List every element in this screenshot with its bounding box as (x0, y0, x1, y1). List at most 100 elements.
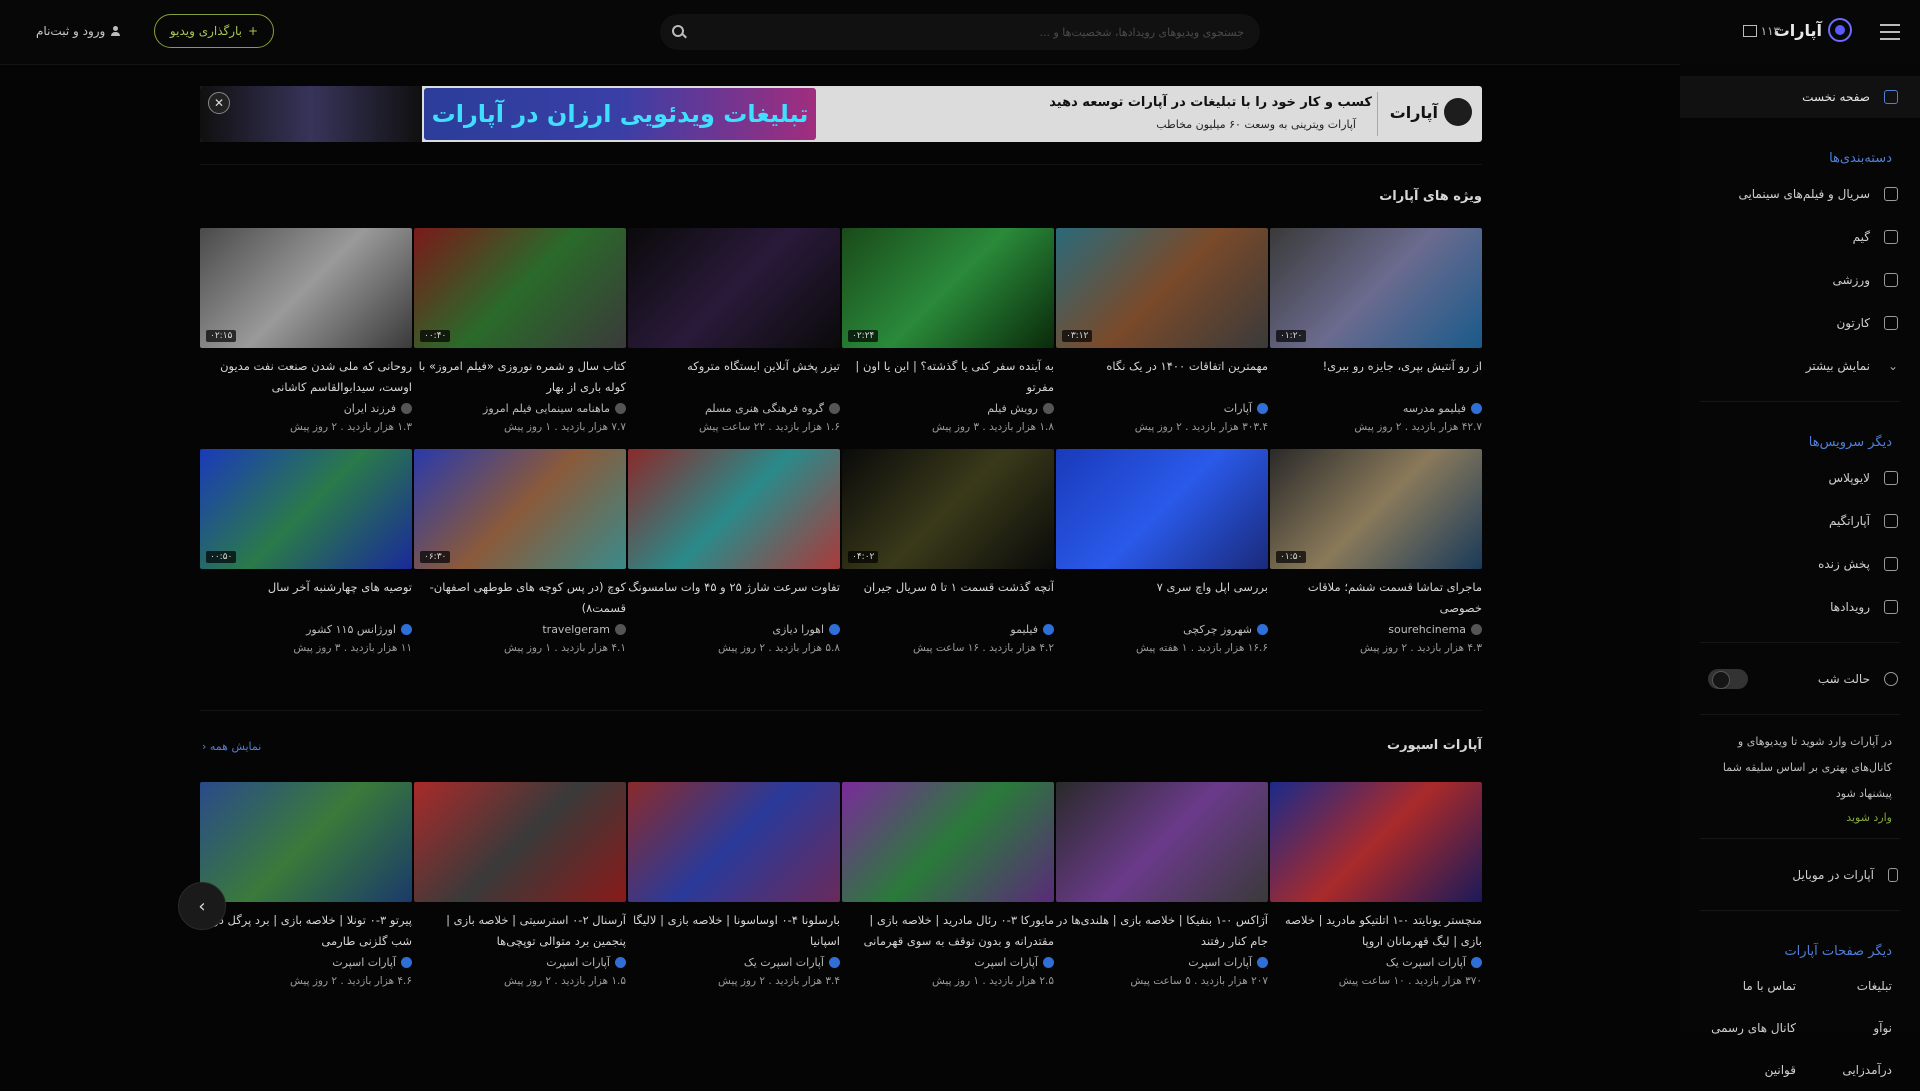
version-badge[interactable]: ۱۱۳ (1742, 24, 1780, 38)
video-card[interactable]: ۰۱:۵۰ ماجرای تماشا قسمت ششم؛ ملاقات خصوصی… (1270, 449, 1482, 654)
video-thumbnail[interactable] (628, 228, 840, 348)
ad-banner[interactable]: ✕ تبلیغات ویدئویی ارزان در آپارات کسب و … (200, 86, 1482, 142)
channel-row[interactable]: travelgeram (414, 623, 626, 636)
channel-row[interactable]: شهروز چرکچی (1056, 623, 1268, 636)
channel-row[interactable]: sourehcinema (1270, 623, 1482, 636)
upload-video-button[interactable]: بارگذاری ویدیو + (154, 14, 274, 48)
video-thumbnail[interactable]: ۰۱:۲۰ (1270, 228, 1482, 348)
video-title[interactable]: تیزر پخش آنلاین ایستگاه متروکه (628, 356, 840, 398)
video-title[interactable]: منچستر یونایتد ۰-۱ اتلتیکو مادرید | خلاص… (1270, 910, 1482, 952)
search-input[interactable] (722, 24, 1246, 40)
video-title[interactable]: از رو آنتیش بپری، جایزه رو ببری! (1270, 356, 1482, 398)
show-all-link[interactable]: نمایش همه ‹ (202, 740, 261, 753)
channel-row[interactable]: فیلیمو (842, 623, 1054, 636)
video-title[interactable]: کتاب سال و شمره نوروزی «فیلم امروز» با ک… (414, 356, 626, 398)
video-title[interactable]: ماجرای تماشا قسمت ششم؛ ملاقات خصوصی (1270, 577, 1482, 619)
video-card[interactable]: ۰۳:۱۲ مهمترین اتفاقات ۱۴۰۰ در یک نگاه آپار… (1056, 228, 1268, 433)
video-thumbnail[interactable] (628, 449, 840, 569)
video-title[interactable]: آنچه گذشت قسمت ۱ تا ۵ سریال جیران (842, 577, 1054, 619)
video-thumbnail[interactable]: ۰۳:۱۲ (1056, 228, 1268, 348)
footer-link[interactable]: تماس با ما (1700, 965, 1796, 1007)
search-icon[interactable] (660, 14, 696, 50)
video-title[interactable]: مهمترین اتفاقات ۱۴۰۰ در یک نگاه (1056, 356, 1268, 398)
channel-row[interactable]: آپارات اسپرت یک (1270, 956, 1482, 969)
channel-row[interactable]: آپارات اسپرت (1056, 956, 1268, 969)
video-card[interactable]: ۰۰:۴۰ کتاب سال و شمره نوروزی «فیلم امروز»… (414, 228, 626, 433)
channel-row[interactable]: آپارات اسپرت یک (628, 956, 840, 969)
channel-row[interactable]: آپارات اسپرت (842, 956, 1054, 969)
video-card[interactable]: بارسلونا ۴-۰ اوساسونا | خلاصه بازی | لال… (628, 782, 840, 987)
footer-link[interactable]: درآمدزایی (1796, 1049, 1892, 1091)
video-title[interactable]: آژاکس ۰-۱ بنفیکا | خلاصه بازی | هلندی‌ها… (1056, 910, 1268, 952)
sidebar-item-movies[interactable]: سریال و فیلم‌های سینمایی (1680, 172, 1920, 215)
video-thumbnail[interactable] (842, 782, 1054, 902)
video-card[interactable]: تیزر پخش آنلاین ایستگاه متروکه گروه فرهنگ… (628, 228, 840, 433)
site-logo[interactable]: آپارات (1774, 18, 1852, 42)
sidebar-item-mobile[interactable]: آپارات در موبایل (1680, 853, 1920, 896)
video-card[interactable]: پیرتو ۳-۰ تونلا | خلاصه بازی | برد پرگل … (200, 782, 412, 987)
video-title[interactable]: آرسنال ۲-۰ استرسیتی | خلاصه بازی | پنجمی… (414, 910, 626, 952)
sidebar-item-aparatgame[interactable]: آپاراتگیم (1680, 499, 1920, 542)
video-thumbnail[interactable]: ۰۲:۲۴ (842, 228, 1054, 348)
channel-row[interactable]: اورژانس ۱۱۵ کشور (200, 623, 412, 636)
channel-row[interactable]: فرزند ایران (200, 402, 412, 415)
video-title[interactable]: تفاوت سرعت شارژ ۲۵ و ۴۵ وات سامسونگ (628, 577, 840, 619)
channel-row[interactable]: آپارات (1056, 402, 1268, 415)
sidebar-item-sport[interactable]: ورزشی (1680, 258, 1920, 301)
video-card[interactable]: ۰۱:۲۰ از رو آنتیش بپری، جایزه رو ببری! فیل… (1270, 228, 1482, 433)
video-card[interactable]: مایورکا ۳-۰ رئال مادرید | خلاصه بازی | م… (842, 782, 1054, 987)
video-thumbnail[interactable]: ۰۶:۳۰ (414, 449, 626, 569)
video-thumbnail[interactable] (1056, 449, 1268, 569)
channel-row[interactable]: اهورا دیازی (628, 623, 840, 636)
video-thumbnail[interactable]: ۰۰:۵۰ (200, 449, 412, 569)
video-thumbnail[interactable]: ۰۰:۴۰ (414, 228, 626, 348)
sidebar-item-events[interactable]: رویدادها (1680, 585, 1920, 628)
sidebar-login-link[interactable]: وارد شوید (1680, 811, 1920, 824)
channel-row[interactable]: گروه فرهنگی هنری مسلم (628, 402, 840, 415)
channel-row[interactable]: رویش فیلم (842, 402, 1054, 415)
footer-link[interactable]: قوانین (1700, 1049, 1796, 1091)
video-card[interactable]: بررسی اپل واچ سری ۷ شهروز چرکچی ۱۶.۶ هزار … (1056, 449, 1268, 654)
carousel-prev-button[interactable]: ‹ (178, 882, 226, 930)
night-mode-toggle[interactable] (1708, 668, 1748, 689)
video-card[interactable]: ۰۲:۲۴ به آینده سفر کنی یا گذشته؟ | این یا… (842, 228, 1054, 433)
video-thumbnail[interactable]: ۰۱:۵۰ (1270, 449, 1482, 569)
channel-row[interactable]: آپارات اسپرت (200, 956, 412, 969)
sidebar-item-game[interactable]: گیم (1680, 215, 1920, 258)
video-title[interactable]: بررسی اپل واچ سری ۷ (1056, 577, 1268, 619)
video-title[interactable]: به آینده سفر کنی یا گذشته؟ | این یا اون … (842, 356, 1054, 398)
video-thumbnail[interactable]: ۰۲:۱۵ (200, 228, 412, 348)
video-title[interactable]: بارسلونا ۴-۰ اوساسونا | خلاصه بازی | لال… (628, 910, 840, 952)
video-card[interactable]: منچستر یونایتد ۰-۱ اتلتیکو مادرید | خلاص… (1270, 782, 1482, 987)
search-bar[interactable] (660, 14, 1260, 50)
video-title[interactable]: پیرتو ۳-۰ تونلا | خلاصه بازی | برد پرگل … (200, 910, 412, 952)
video-thumbnail[interactable] (200, 782, 412, 902)
footer-link[interactable]: نوآو (1796, 1007, 1892, 1049)
menu-icon[interactable] (1880, 24, 1900, 40)
video-card[interactable]: آژاکس ۰-۱ بنفیکا | خلاصه بازی | هلندی‌ها… (1056, 782, 1268, 987)
video-title[interactable]: روحانی که ملی شدن صنعت نفت مدیون اوست، س… (200, 356, 412, 398)
channel-row[interactable]: ماهنامه سینمایی فیلم امروز (414, 402, 626, 415)
video-title[interactable]: کوچ (در پس کوچه های طوطهی اصفهان- قسمت۸) (414, 577, 626, 619)
login-button[interactable]: ورود و ثبت‌نام (36, 24, 121, 38)
video-thumbnail[interactable] (1056, 782, 1268, 902)
video-title[interactable]: مایورکا ۳-۰ رئال مادرید | خلاصه بازی | م… (842, 910, 1054, 952)
footer-link[interactable]: تبلیغات (1796, 965, 1892, 1007)
sidebar-show-more[interactable]: ⌄ نمایش بیشتر (1680, 344, 1920, 387)
sidebar-item-live[interactable]: پخش زنده (1680, 542, 1920, 585)
sidebar-item-cartoon[interactable]: کارتون (1680, 301, 1920, 344)
video-card[interactable]: ۰۲:۱۵ روحانی که ملی شدن صنعت نفت مدیون او… (200, 228, 412, 433)
night-mode-row[interactable]: حالت شب (1680, 657, 1920, 700)
video-title[interactable]: توصیه های چهارشنبه آخر سال (200, 577, 412, 619)
video-thumbnail[interactable] (414, 782, 626, 902)
video-card[interactable]: ۰۶:۳۰ کوچ (در پس کوچه های طوطهی اصفهان- ق… (414, 449, 626, 654)
video-thumbnail[interactable]: ۰۴:۰۲ (842, 449, 1054, 569)
video-card[interactable]: آرسنال ۲-۰ استرسیتی | خلاصه بازی | پنجمی… (414, 782, 626, 987)
video-card[interactable]: ۰۴:۰۲ آنچه گذشت قسمت ۱ تا ۵ سریال جیران فی… (842, 449, 1054, 654)
sidebar-item-liveplus[interactable]: لایوپلاس (1680, 456, 1920, 499)
video-card[interactable]: ۰۰:۵۰ توصیه های چهارشنبه آخر سال اورژانس ۱… (200, 449, 412, 654)
channel-row[interactable]: فیلیمو مدرسه (1270, 402, 1482, 415)
close-icon[interactable]: ✕ (208, 92, 230, 114)
video-card[interactable]: تفاوت سرعت شارژ ۲۵ و ۴۵ وات سامسونگ اهورا… (628, 449, 840, 654)
sidebar-item-home[interactable]: صفحه نخست (1680, 76, 1920, 118)
